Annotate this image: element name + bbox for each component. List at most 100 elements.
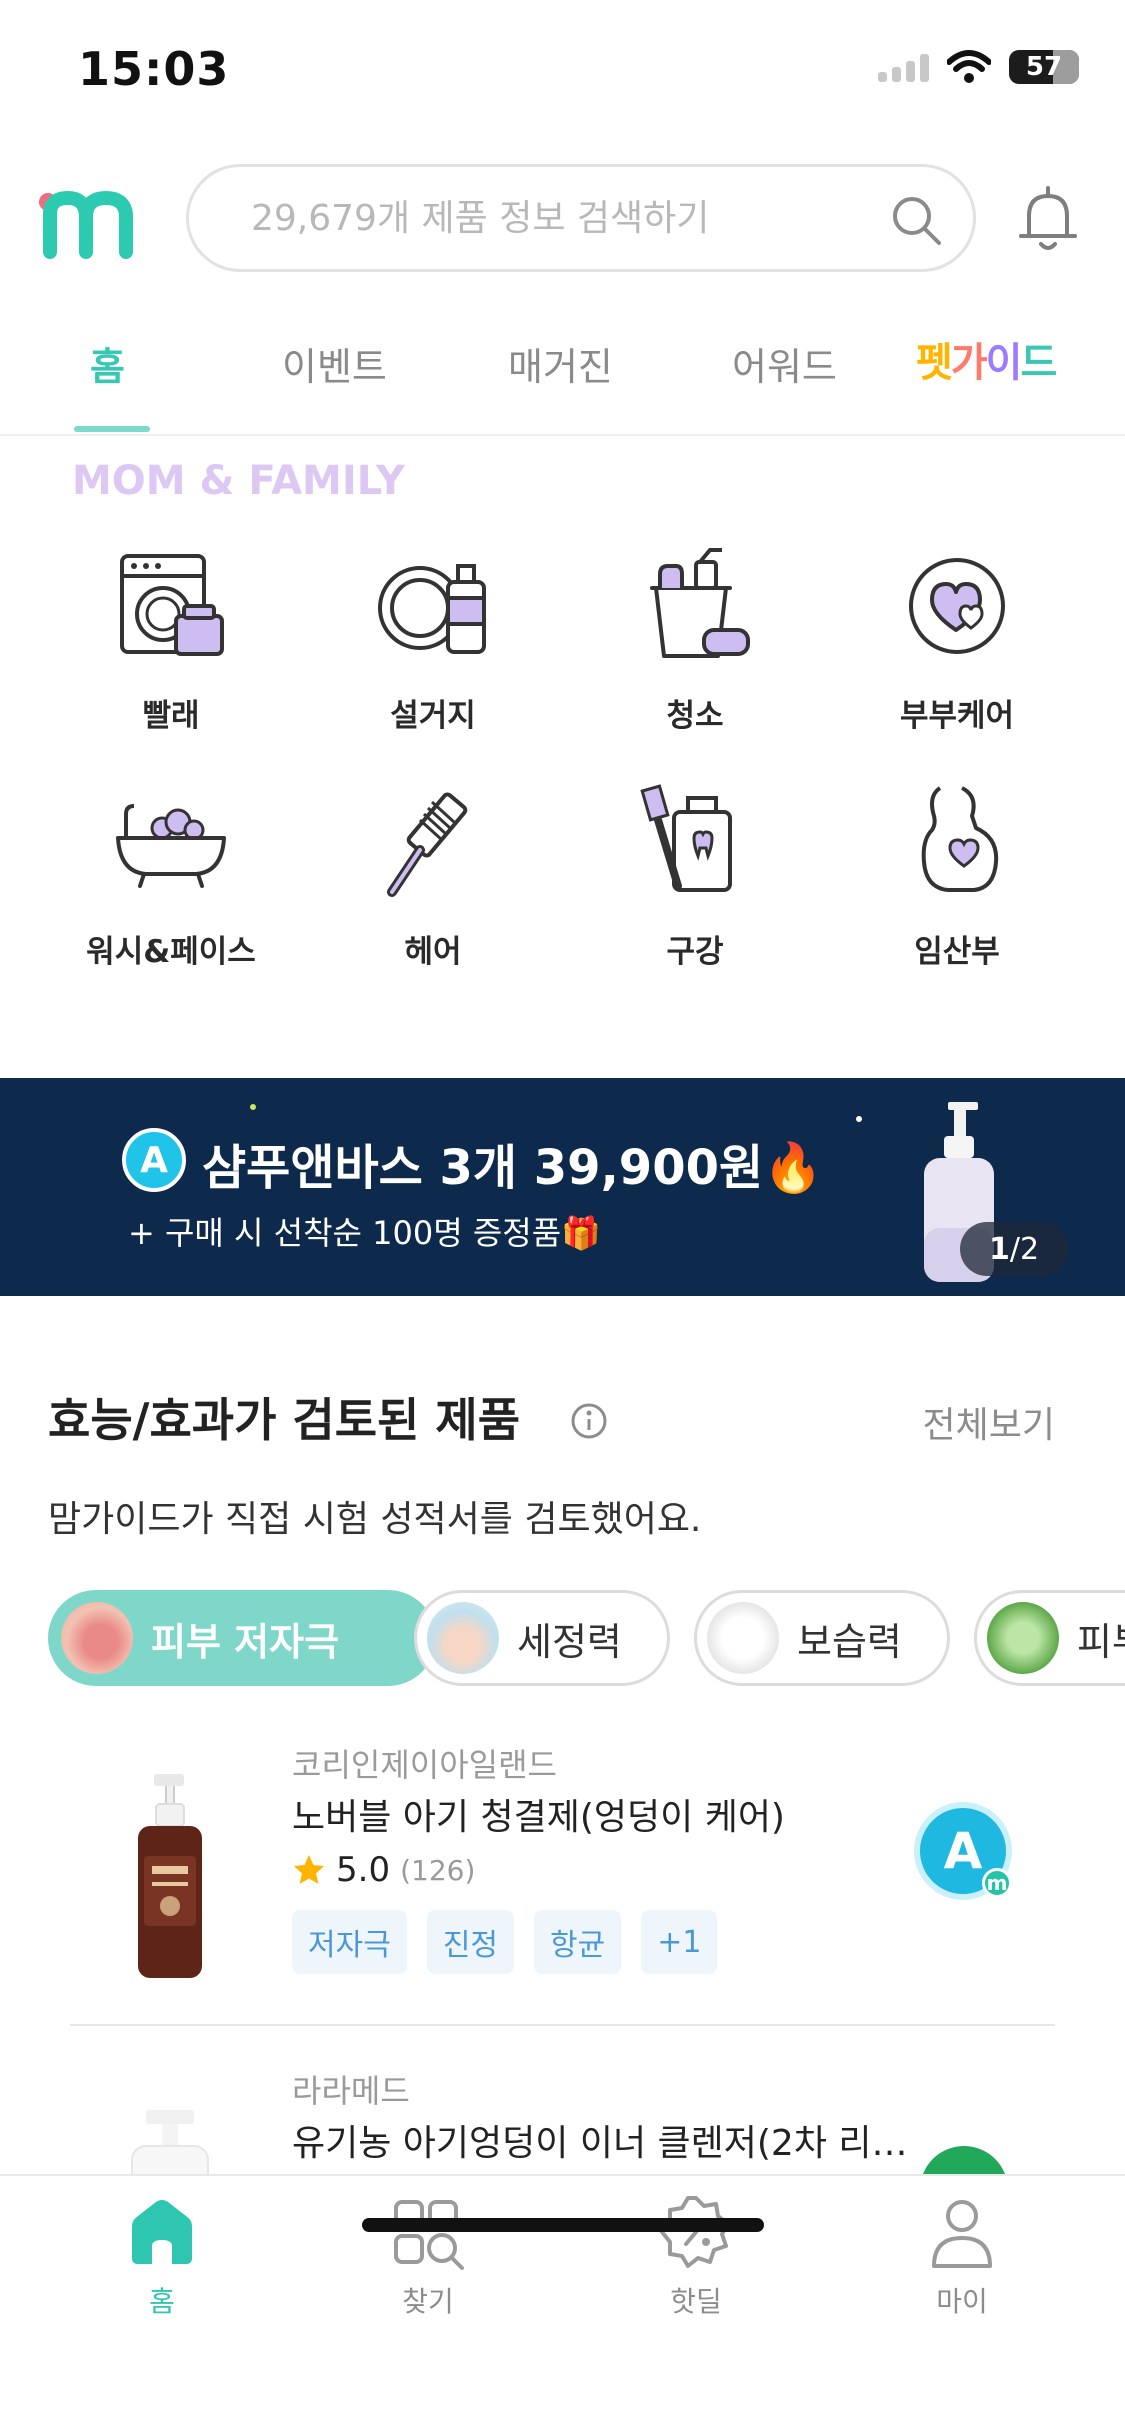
dish-icon [378,564,486,654]
product-tags: 저자극 진정 항균 +1 [292,1910,718,1974]
chip-moisture[interactable]: 보습력 [694,1590,950,1686]
pager-total: 2 [1019,1231,1040,1267]
pager-separator: / [1009,1231,1020,1267]
banner-subtitle: + 구매 시 선착순 100명 증정품🎁 [128,1214,601,1252]
home-indicator [362,2218,764,2232]
chip-low-irritation[interactable]: 피부 저자극 [48,1590,436,1686]
search-box[interactable] [186,164,976,272]
product-tag: 저자극 [292,1910,407,1974]
product-tag: 항균 [534,1910,622,1974]
category-label: 설거지 [390,698,476,734]
mom-family-title: MOM & FAMILY [72,458,405,504]
category-label: 빨래 [142,698,200,734]
top-tabs: 홈 이벤트 매거진 어워드 펫가이드 [0,300,1125,436]
chip-label: 피부 저자극 [151,1619,340,1664]
chip-skin[interactable]: 피부 [974,1590,1125,1686]
battery-level: 57 [1025,52,1063,82]
info-icon[interactable] [570,1402,608,1440]
category-label: 워시&페이스 [86,934,256,970]
category-hair[interactable]: 헤어 [302,776,564,996]
product-name: 노버블 아기 청결제(엉덩이 케어) [292,1797,785,1838]
nav-hotdeal[interactable]: 핫딜 [606,2192,786,2320]
status-time: 15:03 [78,42,230,96]
product-brand: 코리인제이아일랜드 [292,1746,557,1784]
washing-machine-icon [120,554,224,656]
toothbrush-icon [640,784,732,892]
status-bar: 15:03 57 [0,0,1125,140]
tab-event[interactable]: 이벤트 [282,336,387,391]
product-tag-more: +1 [641,1910,718,1974]
category-dishwashing[interactable]: 설거지 [302,540,564,760]
chip-label: 세정력 [517,1619,622,1664]
category-label: 구강 [666,934,724,970]
chip-label: 보습력 [797,1619,902,1664]
product-name: 유기농 아기엉덩이 이너 클렌저(2차 리… [292,2123,908,2164]
pregnant-icon [921,786,999,892]
category-couple-care[interactable]: 부부케어 [826,540,1088,760]
review-count: (126) [400,1853,476,1887]
category-pregnant[interactable]: 임산부 [826,776,1088,996]
bell-icon[interactable] [1015,184,1081,256]
banner-a-badge: A [122,1128,186,1192]
category-cleaning[interactable]: 청소 [564,540,826,760]
bottom-nav: 홈 찾기 핫딜 마이 [0,2174,1125,2436]
product-divider [70,2024,1055,2026]
search-input[interactable] [251,185,851,251]
nav-search[interactable]: 찾기 [338,2192,518,2320]
chip-cleansing[interactable]: 세정력 [414,1590,670,1686]
chip-thumbnail [427,1602,499,1674]
a-grade-badge: A m [914,1802,1012,1900]
battery-icon: 57 [1009,50,1079,84]
product-rating: 5.0 (126) [292,1850,475,1890]
category-label: 임산부 [914,934,1000,970]
see-all-link[interactable]: 전체보기 [923,1396,1055,1448]
chip-thumbnail [707,1602,779,1674]
tab-active-indicator [74,426,150,432]
momguide-logo[interactable] [36,180,140,260]
filter-chips: 피부 저자극 세정력 보습력 피부 [48,1590,1125,1686]
product-item[interactable]: 코리인제이아일랜드 노버블 아기 청결제(엉덩이 케어) 5.0 (126) 저… [0,1740,1125,2030]
app-header [0,160,1125,280]
momguide-mark: m [982,1868,1012,1898]
home-icon [132,2200,192,2264]
product-tag: 진정 [426,1910,515,1974]
search-icon[interactable] [889,193,943,247]
chip-label: 피부 [1077,1619,1125,1664]
product-image [138,1774,202,1978]
category-label: 부부케어 [899,698,1015,734]
discount-badge-icon [660,2196,730,2268]
chip-thumbnail [987,1602,1059,1674]
signal-icon [878,52,929,82]
category-label: 헤어 [404,934,462,970]
category-label: 청소 [666,698,724,734]
a-grade-letter: A [943,1822,983,1880]
bathtub-icon [116,804,226,888]
status-icons: 57 [878,50,1079,84]
chip-thumbnail [61,1602,133,1674]
decor-dot [856,1116,862,1122]
category-laundry[interactable]: 빨래 [40,540,302,760]
person-icon [932,2200,992,2268]
tab-pet-guide[interactable]: 펫가이드 [916,330,1057,388]
search-grid-icon [394,2200,464,2270]
category-oral[interactable]: 구강 [564,776,826,996]
decor-dot [250,1104,256,1110]
nav-label: 핫딜 [670,2285,722,2318]
comb-icon [387,792,468,897]
nav-label: 홈 [149,2285,175,2318]
cleaning-bucket-icon [650,548,750,658]
tab-award[interactable]: 어워드 [732,336,837,391]
nav-home[interactable]: 홈 [72,2192,252,2320]
nav-my[interactable]: 마이 [872,2192,1052,2320]
promo-banner[interactable]: A 샴푸앤바스 3개 39,900원🔥 + 구매 시 선착순 100명 증정품🎁… [0,1078,1125,1296]
reviewed-section-title: 효능/효과가 검토된 제품 [48,1393,521,1447]
category-wash-face[interactable]: 워시&페이스 [40,776,302,996]
tab-magazine[interactable]: 매거진 [508,336,613,391]
tab-home[interactable]: 홈 [90,336,125,391]
pager-current: 1 [988,1231,1010,1267]
nav-label: 마이 [936,2285,988,2318]
reviewed-description: 맘가이드가 직접 시험 성적서를 검토했어요. [48,1499,702,1540]
banner-title: 샴푸앤바스 3개 39,900원🔥 [202,1140,823,1196]
wifi-icon [947,50,991,83]
banner-pager: 1 / 2 [960,1222,1068,1276]
